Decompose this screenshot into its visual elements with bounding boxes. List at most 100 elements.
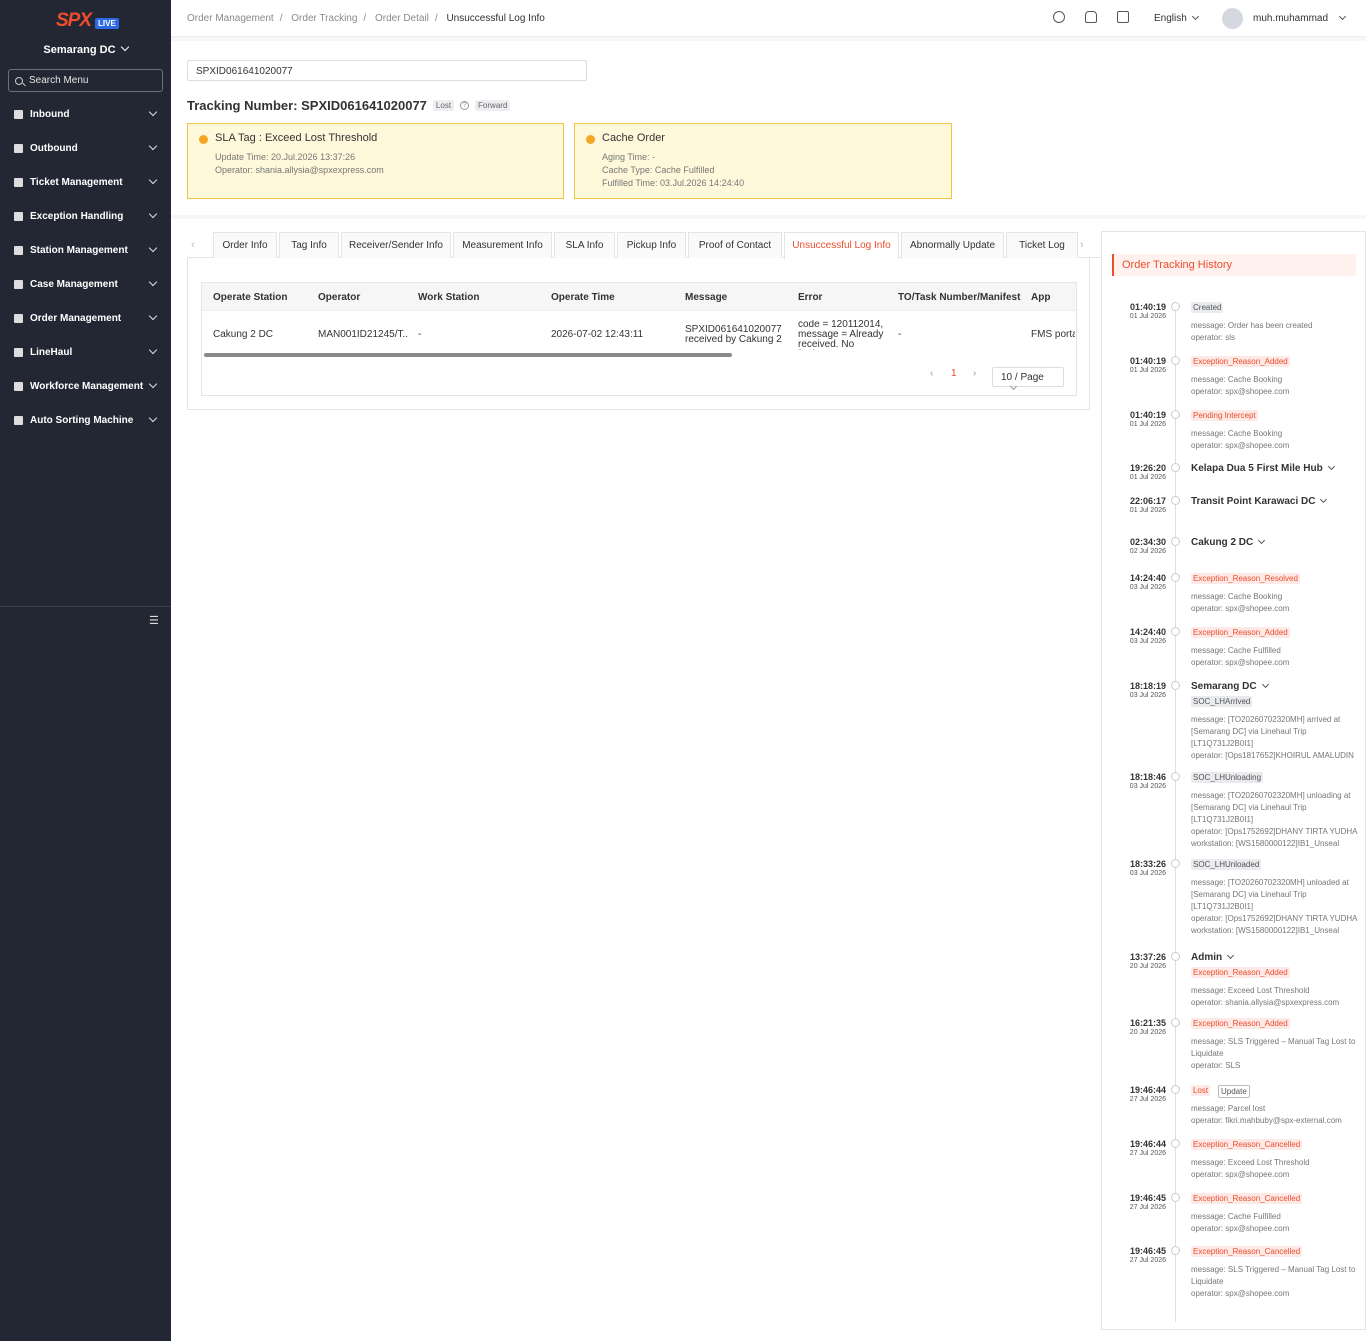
tab-unsuccessful-log-info[interactable]: Unsuccessful Log Info <box>784 232 899 259</box>
user-menu[interactable]: muh.muhammad <box>1253 12 1347 24</box>
chevron-right-icon[interactable]: › <box>973 368 976 379</box>
status-icon <box>1171 772 1180 781</box>
breadcrumb-order-detail[interactable]: Order Detail <box>375 13 429 24</box>
breadcrumb-order-management[interactable]: Order Management <box>187 13 274 24</box>
chevron-left-icon[interactable]: ‹ <box>191 239 195 251</box>
status-icon <box>1171 1246 1180 1255</box>
event-detail: message: Cache Fulfilled <box>1191 1212 1281 1221</box>
sidebar-item-label: Outbound <box>30 142 78 154</box>
sidebar-item[interactable]: Station Management <box>0 233 171 267</box>
event-detail: message: Exceed Lost Threshold <box>1191 986 1310 995</box>
event-date: 03 Jul 2026 <box>1129 638 1166 645</box>
col-app: App <box>1031 292 1051 303</box>
event-detail: operator: spx@shopee.com <box>1191 604 1290 613</box>
event-location[interactable]: Transit Point Karawaci DC <box>1191 495 1328 507</box>
avatar[interactable] <box>1222 8 1243 29</box>
event-location[interactable]: Admin <box>1191 951 1235 963</box>
horizontal-scrollbar[interactable] <box>204 353 732 357</box>
event-detail: operator: [Ops1752692]DHANY TIRTA YUDHA <box>1191 827 1358 836</box>
sidebar-item[interactable]: Outbound <box>0 131 171 165</box>
chevron-right-icon[interactable]: › <box>1080 239 1084 251</box>
chevron-down-icon <box>148 379 158 389</box>
event-detail: message: SLS Triggered – Manual Tag Lost… <box>1191 1037 1356 1046</box>
alert-line: Update Time: 20.Jul.2026 13:37:26 <box>215 152 356 162</box>
event-badge: SOC_LHUnloading <box>1191 772 1264 783</box>
page-number[interactable]: 1 <box>951 368 957 379</box>
event-badge: Exception_Reason_Added <box>1191 967 1290 978</box>
event-location[interactable]: Kelapa Dua 5 First Mile Hub <box>1191 462 1335 474</box>
col-operator: Operator <box>318 292 361 303</box>
event-date: 01 Jul 2026 <box>1129 367 1166 374</box>
menu-icon <box>14 279 23 289</box>
clipboard-icon[interactable] <box>1117 11 1129 23</box>
location-name: Semarang DC <box>1191 681 1257 692</box>
detail-panel: ‹ Order Info Tag Info Receiver/Sender In… <box>171 219 1366 1341</box>
col-work-station: Work Station <box>418 292 480 303</box>
event-detail: Liquidate <box>1191 1049 1224 1058</box>
sidebar-item[interactable]: Order Management <box>0 301 171 335</box>
event-time: 01:40:19 <box>1130 410 1167 420</box>
tab-receiver-sender-info[interactable]: Receiver/Sender Info <box>341 232 451 258</box>
event-detail: operator: SLS <box>1191 1061 1241 1070</box>
event-detail: operator: shania.allysia@spxexpress.com <box>1191 998 1340 1007</box>
event-location[interactable]: Cakung 2 DC <box>1191 536 1266 548</box>
chevron-left-icon[interactable]: ‹ <box>930 368 933 379</box>
chevron-down-icon <box>1258 536 1266 545</box>
event-detail: operator: spx@shopee.com <box>1191 1289 1290 1298</box>
sidebar-item[interactable]: Auto Sorting Machine <box>0 403 171 437</box>
shield-icon[interactable] <box>1053 11 1065 23</box>
breadcrumb-order-tracking[interactable]: Order Tracking <box>291 13 357 24</box>
menu-icon <box>14 245 23 255</box>
menu-icon <box>14 211 23 221</box>
tracking-search-input[interactable]: SPXID061641020077 <box>187 60 587 81</box>
language-selector[interactable]: English <box>1154 12 1199 24</box>
status-icon <box>1171 859 1180 868</box>
spx-logo[interactable]: SPX LIVE <box>56 10 119 32</box>
event-date: 03 Jul 2026 <box>1129 870 1166 877</box>
alert-line: Operator: shania.allysia@spxexpress.com <box>215 165 384 175</box>
sidebar-item-label: Order Management <box>30 312 122 324</box>
event-time: 19:46:45 <box>1130 1246 1167 1256</box>
page-size-value: 10 / Page <box>1001 372 1044 383</box>
event-detail: message: Cache Booking <box>1191 429 1283 438</box>
event-detail: message: Cache Booking <box>1191 592 1283 601</box>
search-menu-input[interactable]: Search Menu <box>8 69 163 92</box>
event-badge: Exception_Reason_Cancelled <box>1191 1193 1303 1204</box>
event-detail: Liquidate <box>1191 1277 1224 1286</box>
event-date: 27 Jul 2026 <box>1129 1257 1166 1264</box>
sidebar-item-label: Station Management <box>30 244 128 256</box>
status-icon <box>1171 302 1180 311</box>
sidebar-item[interactable]: Workforce Management <box>0 369 171 403</box>
location-name: Cakung 2 DC <box>1191 537 1254 548</box>
cell-operator: MAN001ID21245/T... <box>318 329 408 340</box>
page-size-select[interactable]: 10 / Page <box>992 367 1064 391</box>
menu-icon <box>14 381 23 391</box>
dc-selector[interactable]: Semarang DC <box>0 42 171 56</box>
tab-pickup-info[interactable]: Pickup Info <box>617 232 686 258</box>
tab-abnormally-update[interactable]: Abnormally Update <box>901 232 1004 258</box>
chevron-down-icon <box>148 175 158 185</box>
event-location[interactable]: Semarang DC <box>1191 680 1269 692</box>
bell-icon[interactable] <box>1085 11 1097 23</box>
event-date: 20 Jul 2026 <box>1129 963 1166 970</box>
status-icon <box>1171 356 1180 365</box>
search-icon <box>15 76 23 85</box>
sidebar-item[interactable]: Case Management <box>0 267 171 301</box>
tab-proof-of-contact[interactable]: Proof of Contact <box>688 232 782 258</box>
live-badge: LIVE <box>95 17 119 29</box>
tab-tag-info[interactable]: Tag Info <box>279 232 339 258</box>
tab-ticket-log[interactable]: Ticket Log <box>1006 232 1078 258</box>
update-button[interactable]: Update <box>1218 1085 1250 1098</box>
sidebar-item[interactable]: LineHaul <box>0 335 171 369</box>
tab-sla-info[interactable]: SLA Info <box>554 232 615 258</box>
event-time: 16:21:35 <box>1130 1018 1167 1028</box>
cache-order-alert: Cache Order Aging Time: - Cache Type: Ca… <box>574 123 952 199</box>
sidebar-item[interactable]: Exception Handling <box>0 199 171 233</box>
help-icon[interactable]: ? <box>460 101 470 110</box>
sidebar-item[interactable]: Inbound <box>0 97 171 131</box>
sidebar-item[interactable]: Ticket Management <box>0 165 171 199</box>
event-badge: SOC_LHArrived <box>1191 696 1253 707</box>
tab-measurement-info[interactable]: Measurement Info <box>453 232 552 258</box>
tab-order-info[interactable]: Order Info <box>213 232 277 258</box>
collapse-menu-icon[interactable]: ☰ <box>149 614 159 627</box>
